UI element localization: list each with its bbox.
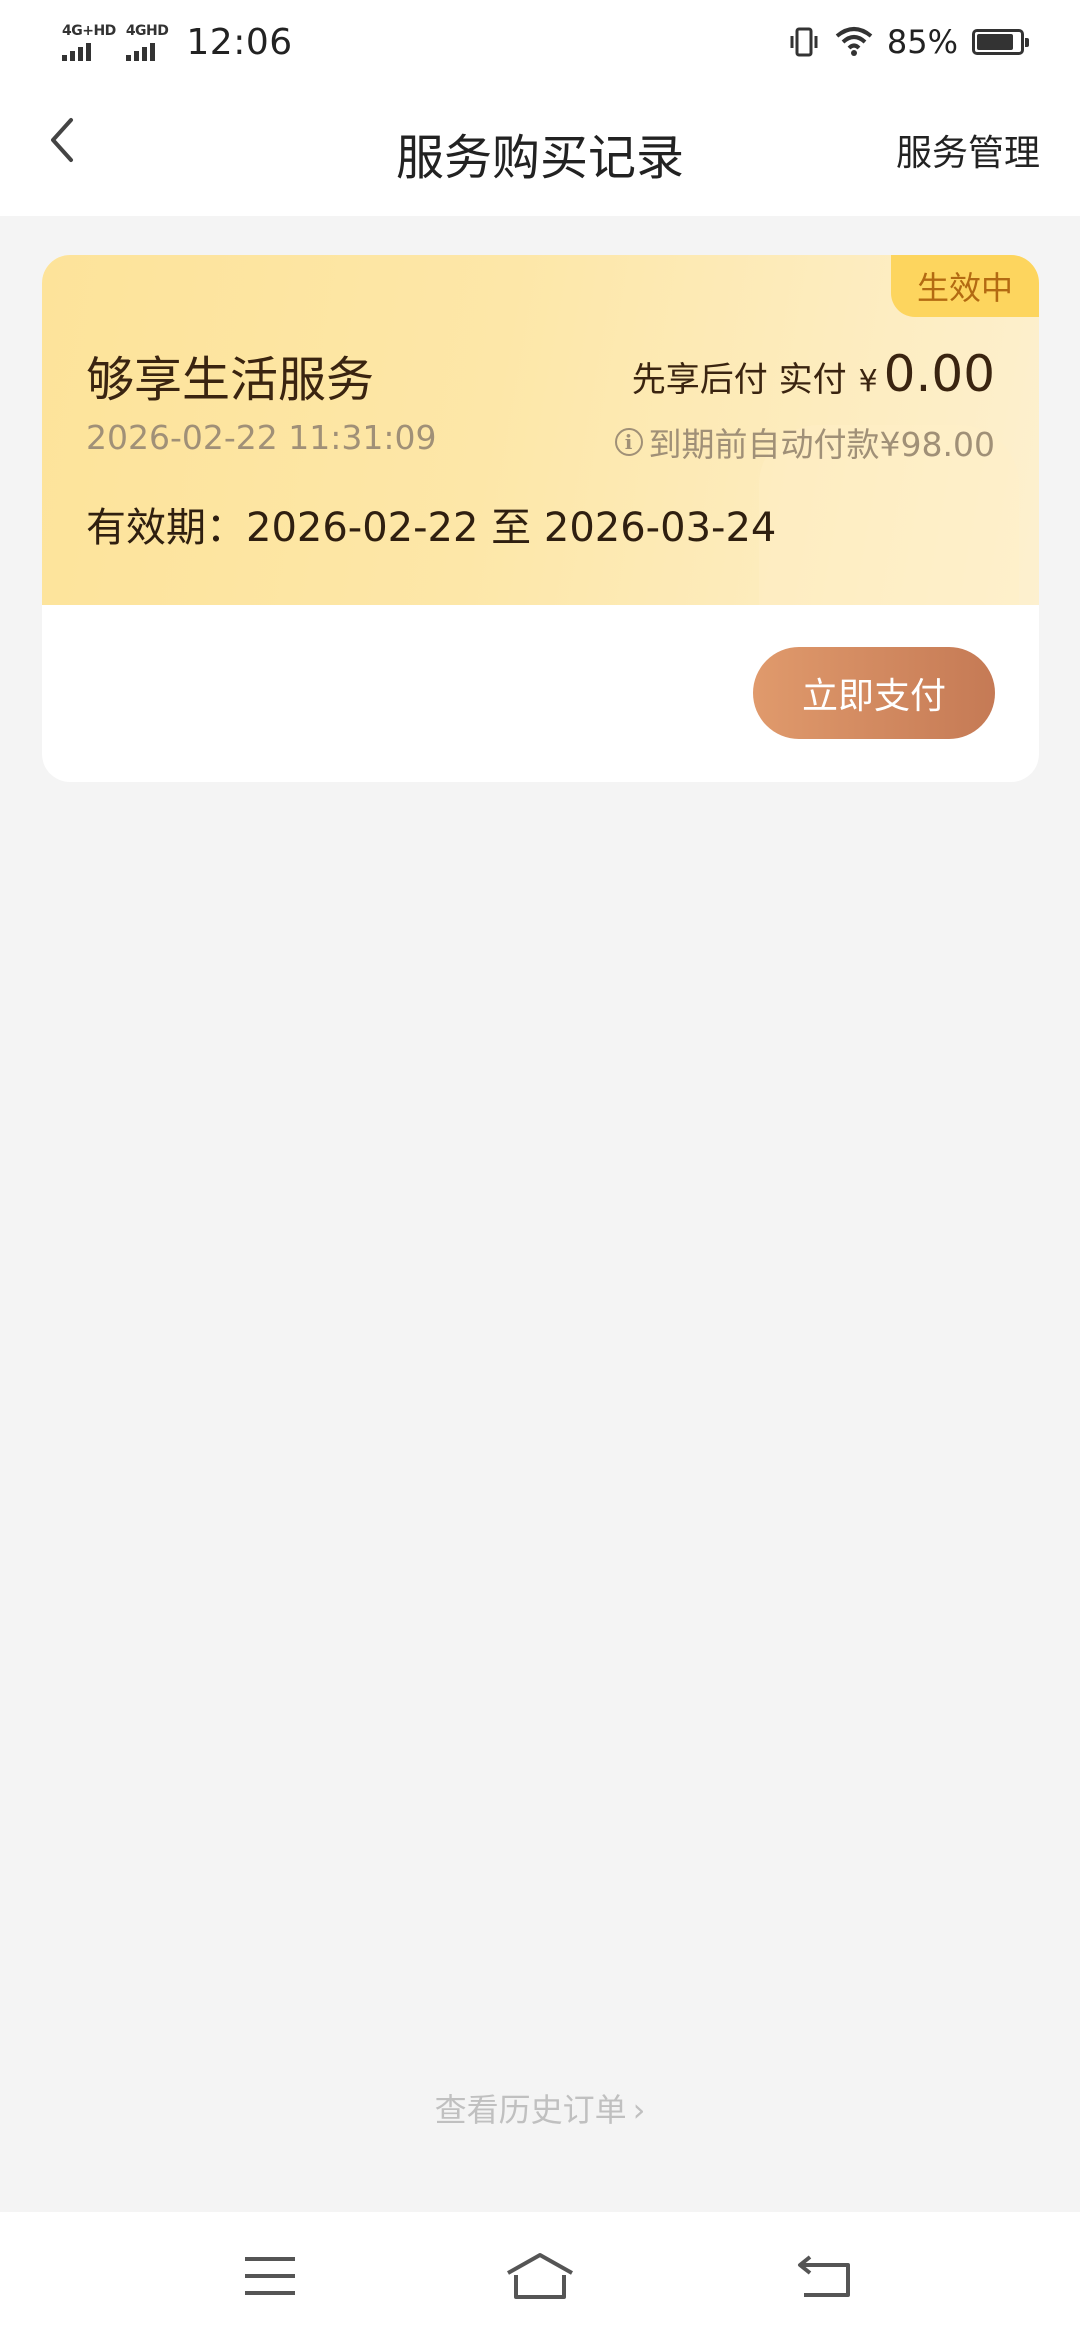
service-name: 够享生活服务 [86,352,375,408]
home-button[interactable] [500,2246,580,2306]
service-manage-link[interactable]: 服务管理 [896,124,1040,176]
network-label: 4G+HD [62,22,116,39]
vibrate-icon [790,27,818,57]
return-icon [798,2255,850,2297]
network-indicator-2: 4GHD [125,22,169,61]
service-order-card[interactable]: 生效中 够享生活服务 先享后付 实付 ¥ 0.00 2026-02-22 11:… [42,255,1039,782]
status-bar: 4G+HD 4GHD 12:06 85% [0,0,1080,84]
status-left: 4G+HD 4GHD 12:06 [62,18,293,66]
battery-percent: 85% [886,23,958,61]
auto-pay-notice[interactable]: i 到期前自动付款¥98.00 [614,418,995,466]
view-history-orders-link[interactable]: 查看历史订单 › [0,2085,1080,2131]
wifi-icon [835,27,873,56]
network-label: 4GHD [125,22,169,39]
chevron-right-icon: › [632,2091,646,2129]
clock: 12:06 [186,21,293,63]
menu-button[interactable] [230,2246,310,2306]
pay-now-button[interactable]: 立即支付 [753,647,995,739]
card-header: 生效中 够享生活服务 先享后付 实付 ¥ 0.00 2026-02-22 11:… [42,255,1039,605]
history-label: 查看历史订单 [434,2091,627,2129]
signal-icon [125,41,155,61]
payment-description: 先享后付 实付 [631,360,847,400]
status-badge: 生效中 [891,255,1039,317]
home-icon [507,2253,573,2299]
status-right: 85% [787,18,1029,66]
network-indicator-1: 4G+HD [62,24,116,61]
auto-pay-text: 到期前自动付款¥98.00 [648,425,995,464]
battery-fill [977,34,1013,50]
battery-icon [972,29,1029,55]
signal-icon [62,41,91,61]
currency-symbol: ¥ [858,364,878,399]
order-time: 2026-02-22 11:31:09 [86,418,437,457]
app-header: 服务购买记录 服务管理 [0,84,1080,216]
paid-amount: 0.00 [883,345,995,403]
return-button[interactable] [785,2246,865,2306]
validity-period: 有效期：2026-02-22 至 2026-03-24 [86,505,777,551]
payment-summary: 先享后付 实付 ¥ 0.00 [632,345,995,403]
system-nav-bar [0,2212,1080,2340]
info-icon: i [614,428,643,456]
menu-icon [245,2257,295,2295]
